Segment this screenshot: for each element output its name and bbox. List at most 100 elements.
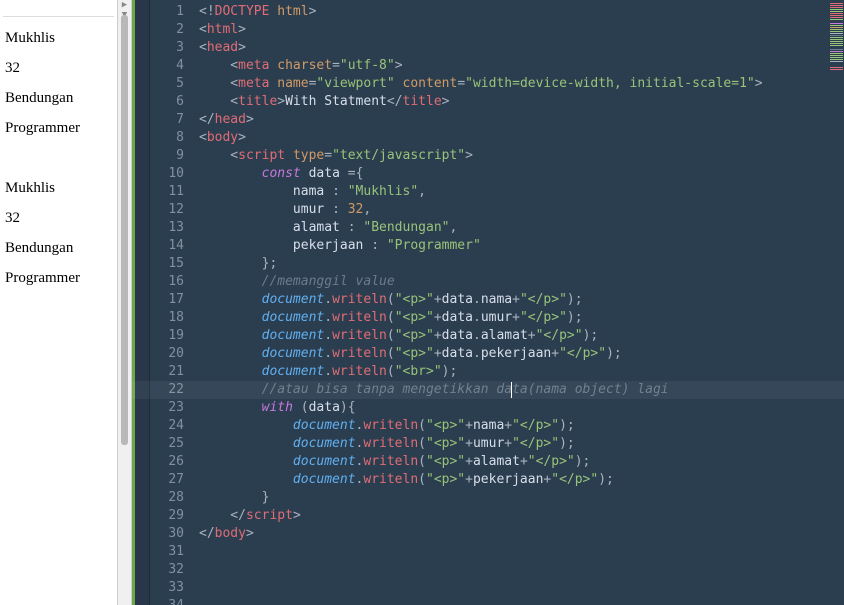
line-number[interactable]: 32: [150, 561, 184, 579]
code-line[interactable]: document.writeln("<p>"+data.alamat+"</p>…: [199, 327, 829, 345]
line-number[interactable]: 21: [150, 363, 184, 381]
fold-arrows-icon: ▶ ▼: [118, 0, 131, 14]
code-line[interactable]: document.writeln("<p>"+data.pekerjaan+"<…: [199, 345, 829, 363]
minimap-line: [830, 35, 843, 36]
line-number[interactable]: 18: [150, 309, 184, 327]
minimap-line: [830, 25, 843, 26]
minimap-line: [830, 41, 843, 42]
code-line[interactable]: document.writeln("<p>"+data.nama+"</p>")…: [199, 291, 829, 309]
minimap-line: [830, 15, 843, 16]
output-line: Programmer: [5, 120, 114, 137]
line-number[interactable]: 5: [150, 75, 184, 93]
line-number[interactable]: 24: [150, 417, 184, 435]
line-number[interactable]: 25: [150, 435, 184, 453]
code-line[interactable]: <meta name="viewport" content="width=dev…: [199, 75, 829, 93]
code-line[interactable]: pekerjaan : "Programmer": [199, 237, 829, 255]
pane-splitter[interactable]: ▶ ▼: [117, 0, 132, 605]
line-number[interactable]: 11: [150, 183, 184, 201]
minimap-line: [830, 23, 843, 24]
code-line[interactable]: with (data){: [199, 399, 829, 417]
line-number[interactable]: 12: [150, 201, 184, 219]
code-line[interactable]: <head>: [199, 39, 829, 57]
line-number[interactable]: 33: [150, 579, 184, 597]
minimap-line: [830, 59, 843, 60]
line-number[interactable]: 34: [150, 597, 184, 605]
code-line[interactable]: nama : "Mukhlis",: [199, 183, 829, 201]
line-number[interactable]: 13: [150, 219, 184, 237]
code-line[interactable]: <script type="text/javascript">: [199, 147, 829, 165]
minimap-line: [830, 67, 843, 68]
code-line[interactable]: </body>: [199, 525, 829, 543]
minimap-line: [830, 55, 843, 56]
line-number[interactable]: 31: [150, 543, 184, 561]
minimap-line: [830, 37, 843, 38]
code-line[interactable]: <title>With Statment</title>: [199, 93, 829, 111]
minimap-line: [830, 11, 843, 12]
line-number[interactable]: 15: [150, 255, 184, 273]
browser-output-pane: Mukhlis32BendunganProgrammerMukhlis32Ben…: [0, 0, 117, 605]
code-line[interactable]: };: [199, 255, 829, 273]
minimap-line: [830, 5, 843, 6]
line-number[interactable]: 30: [150, 525, 184, 543]
code-line[interactable]: document.writeln("<p>"+umur+"</p>");: [199, 435, 829, 453]
code-area[interactable]: <!DOCTYPE html><html><head> <meta charse…: [193, 0, 829, 605]
code-line[interactable]: <meta charset="utf-8">: [199, 57, 829, 75]
output-line: Bendungan: [5, 240, 114, 257]
line-number[interactable]: 3: [150, 39, 184, 57]
code-line[interactable]: document.writeln("<p>"+nama+"</p>");: [199, 417, 829, 435]
line-number[interactable]: 20: [150, 345, 184, 363]
minimap-line: [830, 45, 843, 46]
minimap-line: [830, 29, 843, 30]
code-line[interactable]: umur : 32,: [199, 201, 829, 219]
line-number[interactable]: 1: [150, 3, 184, 21]
code-editor[interactable]: 1234567891011121314151617181920212223242…: [132, 0, 844, 605]
line-number[interactable]: 29: [150, 507, 184, 525]
line-number[interactable]: 6: [150, 93, 184, 111]
minimap-line: [830, 39, 843, 40]
line-number[interactable]: 26: [150, 453, 184, 471]
line-number[interactable]: 7: [150, 111, 184, 129]
code-line[interactable]: //memanggil value: [199, 273, 829, 291]
output-line: Bendungan: [5, 90, 114, 107]
minimap-line: [830, 69, 843, 70]
line-number[interactable]: 28: [150, 489, 184, 507]
code-line[interactable]: </head>: [199, 111, 829, 129]
line-number[interactable]: 27: [150, 471, 184, 489]
code-line[interactable]: </script>: [199, 507, 829, 525]
line-number[interactable]: 8: [150, 129, 184, 147]
line-number[interactable]: 19: [150, 327, 184, 345]
line-number[interactable]: 2: [150, 21, 184, 39]
minimap-line: [830, 57, 843, 58]
line-number[interactable]: 9: [150, 147, 184, 165]
minimap-line: [830, 17, 843, 18]
minimap-line: [830, 33, 843, 34]
code-line[interactable]: document.writeln("<p>"+alamat+"</p>");: [199, 453, 829, 471]
code-line[interactable]: document.writeln("<br>");: [199, 363, 829, 381]
code-line[interactable]: document.writeln("<p>"+pekerjaan+"</p>")…: [199, 471, 829, 489]
line-number[interactable]: 16: [150, 273, 184, 291]
line-number[interactable]: 4: [150, 57, 184, 75]
minimap-line: [830, 13, 843, 14]
code-line[interactable]: const data ={: [199, 165, 829, 183]
line-number[interactable]: 14: [150, 237, 184, 255]
line-number[interactable]: 22: [150, 381, 184, 399]
output-line: 32: [5, 210, 114, 227]
line-number-gutter[interactable]: 1234567891011121314151617181920212223242…: [150, 0, 193, 605]
code-line[interactable]: //atau bisa tanpa mengetikkan data(nama …: [199, 381, 829, 399]
output-line: 32: [5, 60, 114, 77]
line-number[interactable]: 17: [150, 291, 184, 309]
minimap-line: [830, 27, 843, 28]
code-line[interactable]: alamat : "Bendungan",: [199, 219, 829, 237]
minimap-line: [830, 3, 843, 4]
code-line[interactable]: }: [199, 489, 829, 507]
page-output: Mukhlis32BendunganProgrammerMukhlis32Ben…: [3, 30, 114, 287]
output-line: Programmer: [5, 270, 114, 287]
code-line[interactable]: <body>: [199, 129, 829, 147]
minimap-line: [830, 9, 843, 10]
line-number[interactable]: 10: [150, 165, 184, 183]
line-number[interactable]: 23: [150, 399, 184, 417]
code-line[interactable]: document.writeln("<p>"+data.umur+"</p>")…: [199, 309, 829, 327]
minimap[interactable]: [829, 0, 844, 605]
code-line[interactable]: <!DOCTYPE html>: [199, 3, 829, 21]
code-line[interactable]: <html>: [199, 21, 829, 39]
